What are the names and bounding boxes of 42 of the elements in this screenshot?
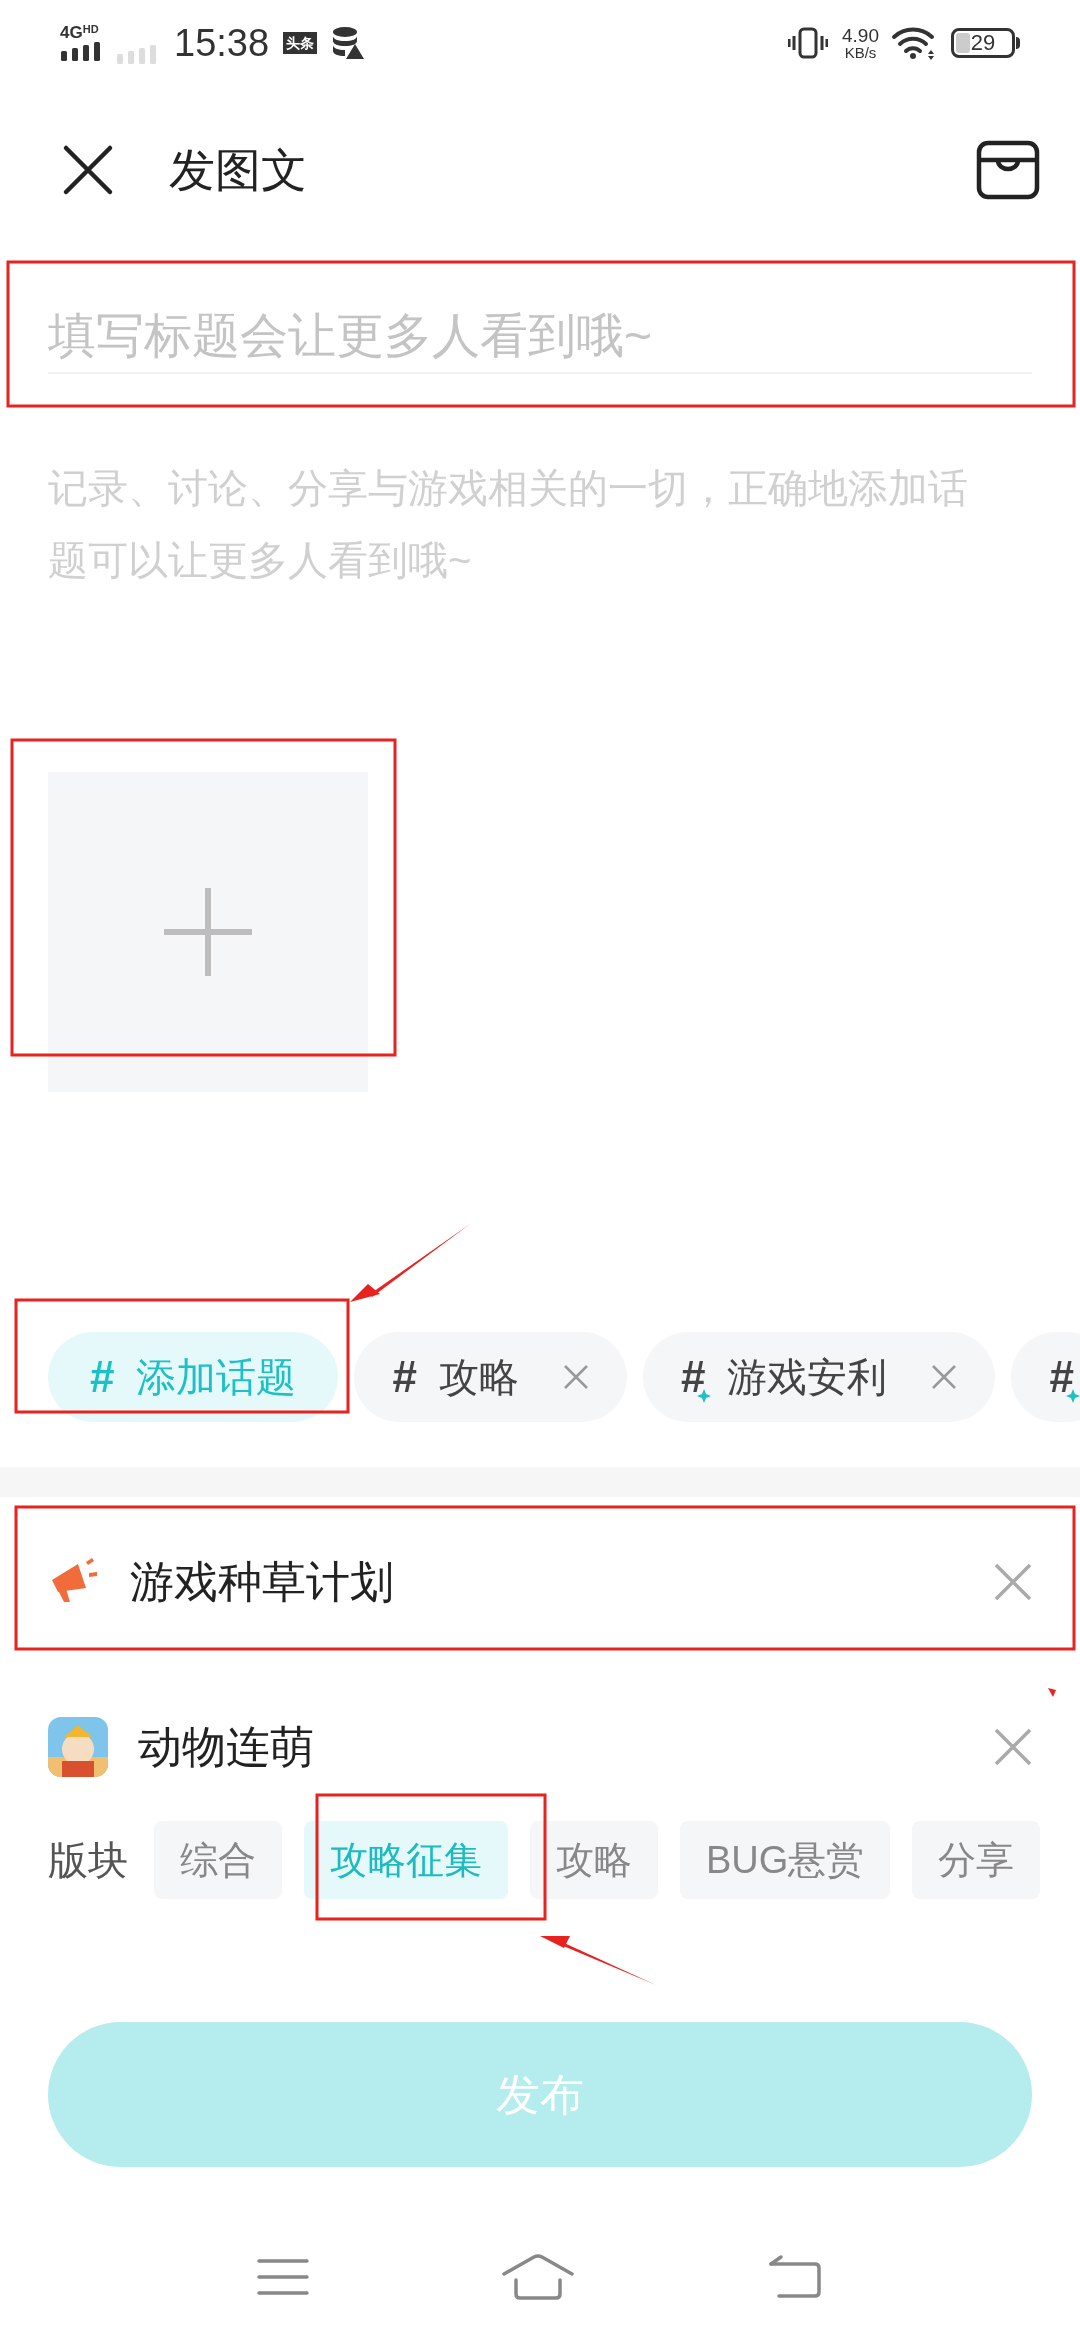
section-tab[interactable]: BUG悬赏 (680, 1821, 891, 1899)
app-badge: 头条 (283, 31, 318, 54)
menu-icon[interactable] (256, 2257, 309, 2297)
section-label: 版块 (48, 1837, 128, 1884)
section-tab[interactable]: 综合 (154, 1821, 282, 1899)
battery-fill (956, 32, 970, 53)
hash-label: # (392, 1355, 417, 1399)
title-input[interactable]: 填写标题会让更多人看到哦~ (48, 300, 1032, 372)
hash-label: # (680, 1355, 706, 1399)
battery-level: 29 (970, 31, 996, 54)
section-tab[interactable]: 攻略 (530, 1821, 658, 1899)
page-title: 发图文 (169, 142, 307, 198)
speed-unit: KB/s (844, 44, 877, 60)
topic-label: 添加话题 (136, 1354, 297, 1401)
status-time: 15:38 (174, 23, 270, 62)
section-tab[interactable]: 分享 (912, 1821, 1041, 1899)
game-name: 动物连萌 (138, 1721, 314, 1773)
add-topic-button[interactable]: # 添加话题 (48, 1332, 339, 1422)
vibrate-icon (788, 25, 828, 60)
topic-chip[interactable]: # 游戏安利 (642, 1332, 996, 1422)
hd-label: HD (82, 24, 99, 35)
section-tab[interactable]: 攻略征集 (304, 1821, 508, 1899)
plus-icon (162, 886, 254, 978)
activity-label: 游戏种草计划 (130, 1556, 394, 1608)
home-icon[interactable] (502, 2254, 574, 2300)
hash-label: # (1049, 1355, 1074, 1399)
app-icon (48, 1717, 108, 1777)
topic-label: 游戏安利 (727, 1354, 888, 1401)
topic-chip[interactable]: # (1011, 1332, 1080, 1422)
database-warning-icon (331, 25, 366, 60)
back-icon[interactable] (767, 2254, 824, 2300)
box-icon[interactable] (976, 140, 1040, 200)
network-label: 4G (60, 24, 83, 41)
remove-icon[interactable] (931, 1364, 958, 1390)
network-speed: 4.90 (842, 25, 879, 45)
remove-icon[interactable] (562, 1364, 589, 1390)
close-icon[interactable] (62, 144, 114, 196)
wifi-icon (891, 25, 937, 60)
topic-chip[interactable]: # 攻略 (354, 1332, 627, 1422)
annotation-mark (1048, 1688, 1056, 1697)
hash-label: # (90, 1355, 115, 1399)
topic-label: 攻略 (438, 1354, 519, 1401)
